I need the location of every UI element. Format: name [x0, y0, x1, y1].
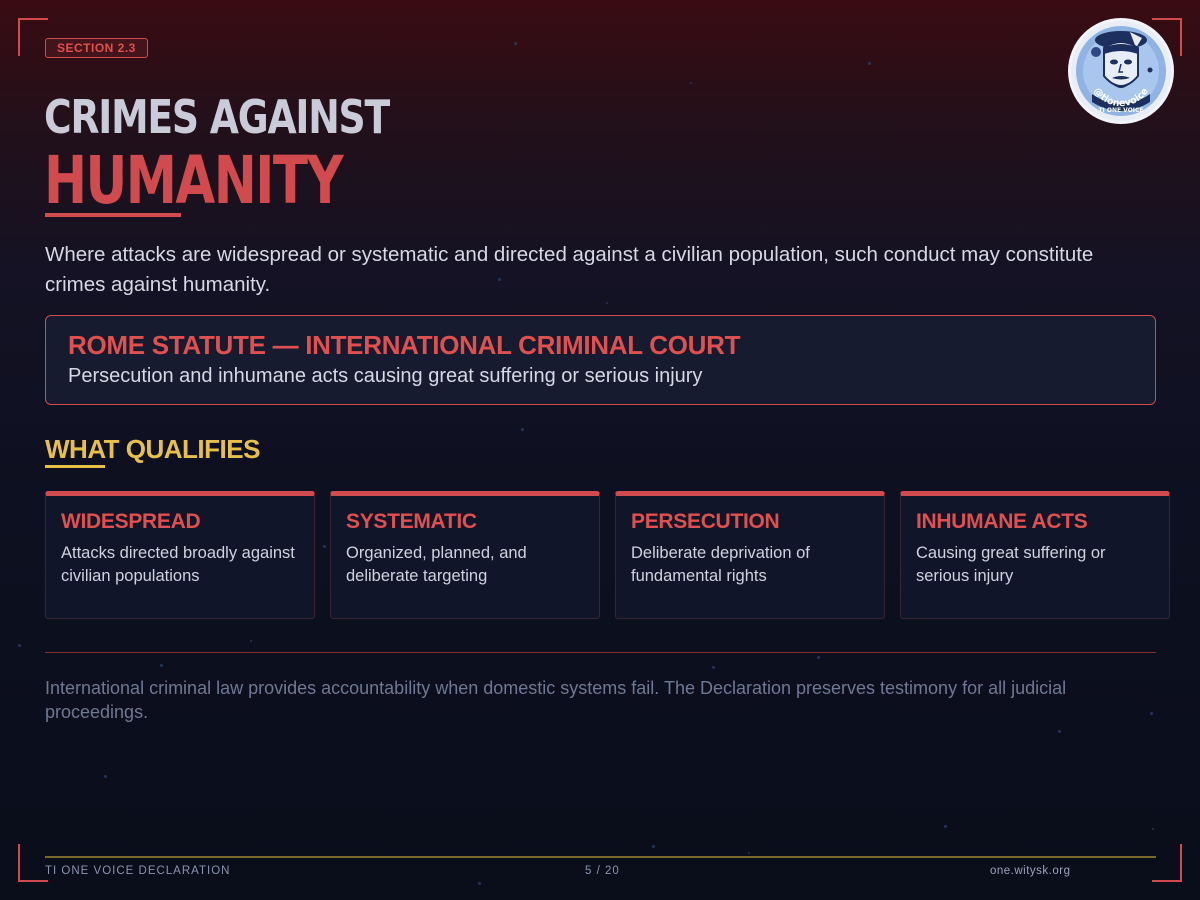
statute-subtitle: Persecution and inhumane acts causing gr… — [68, 365, 703, 387]
page-title-line-1: CRIMES AGAINST — [44, 90, 390, 144]
page-title-line-2: HUMANITY — [44, 142, 344, 219]
corner-bracket-bottom-left — [18, 844, 48, 882]
section-badge: SECTION 2.3 — [45, 38, 148, 58]
card-title: INHUMANE ACTS — [916, 510, 1088, 533]
corner-bracket-top-left — [18, 18, 48, 56]
intro-paragraph: Where attacks are widespread or systemat… — [45, 243, 1094, 296]
card-systematic: SYSTEMATIC Organized, planned, and delib… — [330, 491, 600, 619]
card-inhumane-acts: INHUMANE ACTS Causing great suffering or… — [900, 491, 1170, 619]
what-qualifies-heading: WHAT QUALIFIES — [45, 434, 260, 464]
section-divider — [45, 652, 1156, 653]
card-text: Causing great suffering or serious injur… — [916, 544, 1106, 585]
card-persecution: PERSECUTION Deliberate deprivation of fu… — [615, 491, 885, 619]
card-text: Organized, planned, and deliberate targe… — [346, 544, 527, 585]
footer-website-link[interactable]: one.witysk.org — [990, 865, 1071, 877]
corner-bracket-bottom-right — [1152, 844, 1182, 882]
title-underline — [45, 213, 181, 217]
card-title: WIDESPREAD — [61, 510, 201, 533]
footer-divider — [45, 856, 1156, 858]
footer-declaration-title: TI ONE VOICE DECLARATION — [45, 865, 231, 877]
rome-statute-callout: ROME STATUTE — INTERNATIONAL CRIMINAL CO… — [45, 315, 1156, 405]
page-number: 5 / 20 — [585, 865, 620, 877]
logo-name: TI ONE VOICE — [1098, 107, 1143, 114]
criteria-cards: WIDESPREAD Attacks directed broadly agai… — [45, 491, 1170, 619]
logo-emblem-icon: @tionevoice TI ONE VOICE — [1071, 21, 1171, 121]
card-text: Attacks directed broadly against civilia… — [61, 544, 295, 585]
card-widespread: WIDESPREAD Attacks directed broadly agai… — [45, 491, 315, 619]
statute-title: ROME STATUTE — INTERNATIONAL CRIMINAL CO… — [68, 330, 741, 360]
ti-one-voice-logo: @tionevoice TI ONE VOICE — [1068, 18, 1174, 124]
card-title: SYSTEMATIC — [346, 510, 477, 533]
card-text: Deliberate deprivation of fundamental ri… — [631, 544, 810, 585]
qualifies-underline — [45, 465, 105, 468]
card-title: PERSECUTION — [631, 510, 780, 533]
closing-paragraph: International criminal law provides acco… — [45, 678, 1067, 722]
